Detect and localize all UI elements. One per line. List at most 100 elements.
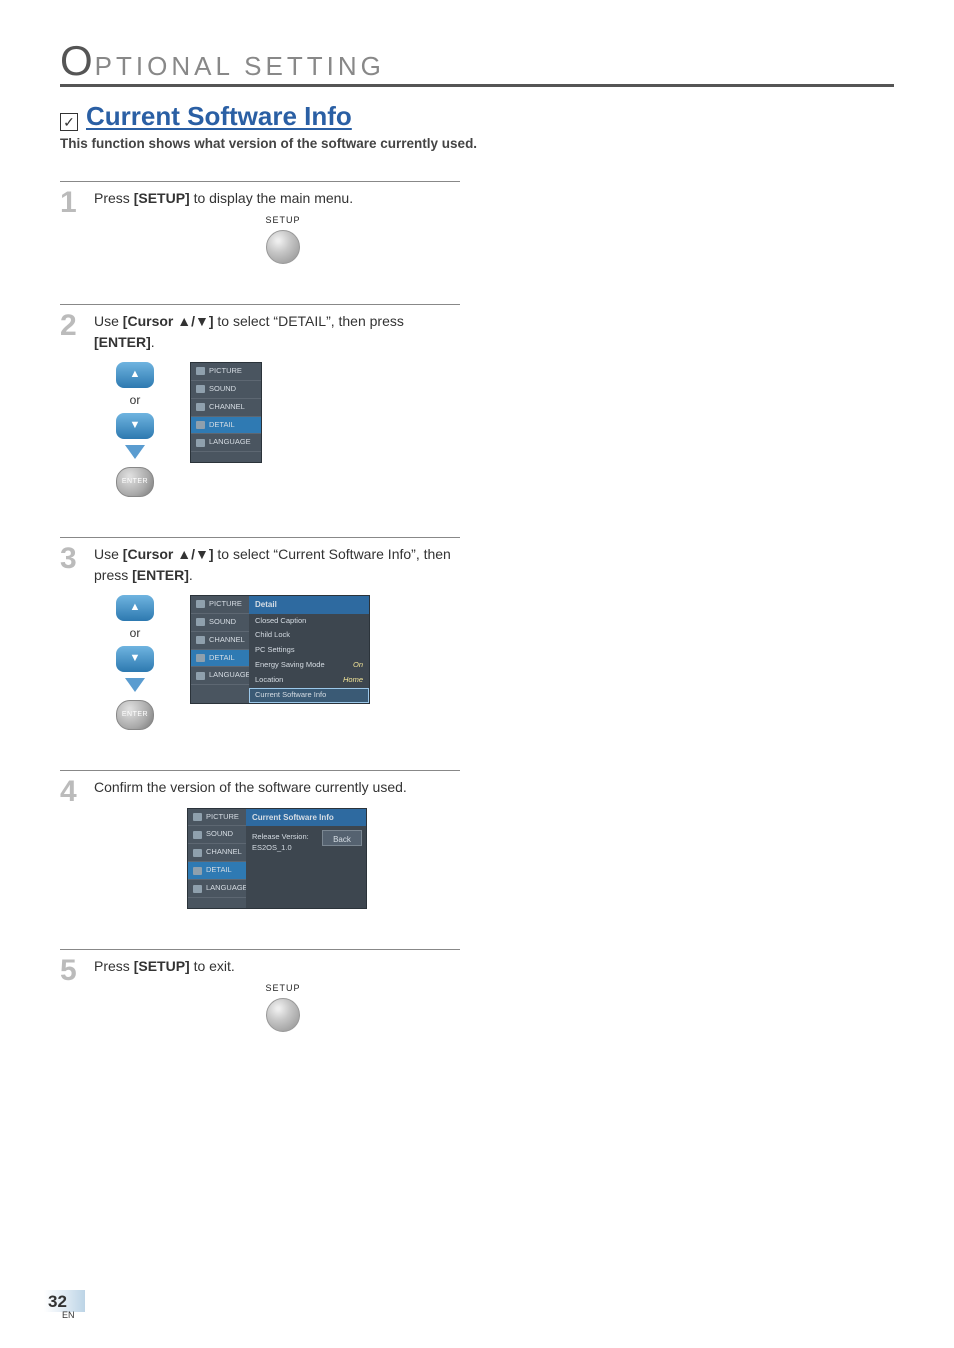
step5-text-pre: Press bbox=[94, 958, 134, 974]
divider bbox=[60, 770, 460, 771]
divider bbox=[60, 949, 460, 950]
divider bbox=[60, 181, 460, 182]
osd-row-selected: DETAIL bbox=[191, 417, 261, 435]
section-title: Current Software Info bbox=[86, 101, 352, 132]
step1-text-pre: Press bbox=[94, 190, 134, 206]
channel-icon bbox=[196, 636, 205, 644]
section-subtitle: This function shows what version of the … bbox=[60, 136, 894, 151]
osd-side-row: CHANNEL bbox=[188, 844, 246, 862]
detail-icon bbox=[193, 867, 202, 875]
chevron-down-icon bbox=[125, 678, 145, 692]
step-number: 2 bbox=[60, 311, 84, 497]
setup-button-label: SETUP bbox=[265, 214, 300, 227]
osd-label: CHANNEL bbox=[209, 635, 245, 646]
osd-item: Energy Saving ModeOn bbox=[249, 658, 369, 673]
step5-text-bold: [SETUP] bbox=[134, 958, 190, 974]
osd-detail-menu: PICTURE SOUND CHANNEL DETAIL LANGUAGE De… bbox=[190, 595, 370, 704]
channel-icon bbox=[193, 849, 202, 857]
step3-text-post: . bbox=[189, 567, 193, 583]
chapter-rest: PTIONAL SETTING bbox=[95, 51, 385, 82]
osd-item: PC Settings bbox=[249, 643, 369, 658]
osd-side-row-selected: DETAIL bbox=[188, 862, 246, 880]
osd-item-value: On bbox=[353, 660, 363, 671]
step-1: 1 Press [SETUP] to display the main menu… bbox=[60, 188, 460, 264]
cursor-rocker: or ENTER bbox=[116, 362, 154, 497]
osd-side-row: PICTURE bbox=[191, 596, 249, 614]
osd-label: SOUND bbox=[206, 829, 233, 840]
divider bbox=[60, 537, 460, 538]
osd-panel-title: Current Software Info bbox=[246, 809, 366, 827]
step3-text-bold2: [ENTER] bbox=[132, 567, 189, 583]
osd-item-label: Child Lock bbox=[255, 630, 290, 641]
osd-row: SOUND bbox=[191, 381, 261, 399]
detail-icon bbox=[196, 421, 205, 429]
step2-text-pre: Use bbox=[94, 313, 123, 329]
osd-label: PICTURE bbox=[209, 599, 242, 610]
osd-label: DETAIL bbox=[209, 420, 235, 431]
detail-icon bbox=[196, 654, 205, 662]
osd-label: SOUND bbox=[209, 617, 236, 628]
osd-item-selected: Current Software Info bbox=[249, 688, 369, 703]
section-heading: ✓ Current Software Info bbox=[60, 101, 894, 132]
setup-button-icon bbox=[266, 998, 300, 1032]
osd-label: PICTURE bbox=[209, 366, 242, 377]
language-icon bbox=[196, 439, 205, 447]
osd-item: Closed Caption bbox=[249, 614, 369, 629]
osd-item: Child Lock bbox=[249, 628, 369, 643]
osd-label: CHANNEL bbox=[209, 402, 245, 413]
step-5: 5 Press [SETUP] to exit. SETUP bbox=[60, 956, 460, 1032]
step-3: 3 Use [Cursor ▲/▼] to select “Current So… bbox=[60, 544, 460, 730]
cursor-rocker: or ENTER bbox=[116, 595, 154, 730]
osd-side-row: SOUND bbox=[191, 614, 249, 632]
osd-side-row: PICTURE bbox=[188, 809, 246, 827]
release-version-value: ES2OS_1.0 bbox=[252, 843, 316, 854]
step3-text-bold: [Cursor ▲/▼] bbox=[123, 546, 214, 562]
osd-label: SOUND bbox=[209, 384, 236, 395]
cursor-down-icon bbox=[116, 413, 154, 439]
step1-text-post: to display the main menu. bbox=[190, 190, 353, 206]
osd-label: LANGUAGE bbox=[209, 670, 251, 681]
cursor-up-icon bbox=[116, 595, 154, 621]
divider bbox=[60, 304, 460, 305]
chapter-header: O PTIONAL SETTING bbox=[60, 40, 894, 87]
step2-text-bold2: [ENTER] bbox=[94, 334, 151, 350]
osd-label: LANGUAGE bbox=[209, 437, 251, 448]
osd-side-row: SOUND bbox=[188, 826, 246, 844]
step5-text-post: to exit. bbox=[190, 958, 235, 974]
sound-icon bbox=[196, 618, 205, 626]
step-number: 4 bbox=[60, 777, 84, 909]
back-button: Back bbox=[322, 830, 362, 846]
picture-icon bbox=[196, 600, 205, 608]
cursor-down-icon bbox=[116, 646, 154, 672]
osd-software-info: PICTURE SOUND CHANNEL DETAIL LANGUAGE Cu… bbox=[187, 808, 367, 909]
step-2: 2 Use [Cursor ▲/▼] to select “DETAIL”, t… bbox=[60, 311, 460, 497]
osd-label: PICTURE bbox=[206, 812, 239, 823]
chapter-initial: O bbox=[60, 40, 93, 82]
step-number: 3 bbox=[60, 544, 84, 730]
language-icon bbox=[193, 885, 202, 893]
page-footer: 32 EN bbox=[44, 1290, 85, 1320]
setup-button-icon bbox=[266, 230, 300, 264]
sound-icon bbox=[196, 385, 205, 393]
osd-side-row: LANGUAGE bbox=[191, 667, 249, 685]
step2-text-bold: [Cursor ▲/▼] bbox=[123, 313, 214, 329]
step-number: 1 bbox=[60, 188, 84, 264]
cursor-up-icon bbox=[116, 362, 154, 388]
osd-label: CHANNEL bbox=[206, 847, 242, 858]
osd-row: PICTURE bbox=[191, 363, 261, 381]
step1-text-bold: [SETUP] bbox=[134, 190, 190, 206]
channel-icon bbox=[196, 403, 205, 411]
checkbox-icon: ✓ bbox=[60, 113, 78, 131]
osd-item-label: Closed Caption bbox=[255, 616, 306, 627]
osd-side-row-selected: DETAIL bbox=[191, 650, 249, 668]
osd-label: LANGUAGE bbox=[206, 883, 248, 894]
osd-label: DETAIL bbox=[206, 865, 232, 876]
or-label: or bbox=[130, 625, 141, 642]
osd-panel-title: Detail bbox=[249, 596, 369, 614]
picture-icon bbox=[196, 367, 205, 375]
osd-item: LocationHome bbox=[249, 673, 369, 688]
osd-item-label: PC Settings bbox=[255, 645, 295, 656]
step2-text-mid: to select “DETAIL”, then press bbox=[214, 313, 404, 329]
or-label: or bbox=[130, 392, 141, 409]
osd-main-menu: PICTURE SOUND CHANNEL DETAIL LANGUAGE bbox=[190, 362, 262, 463]
